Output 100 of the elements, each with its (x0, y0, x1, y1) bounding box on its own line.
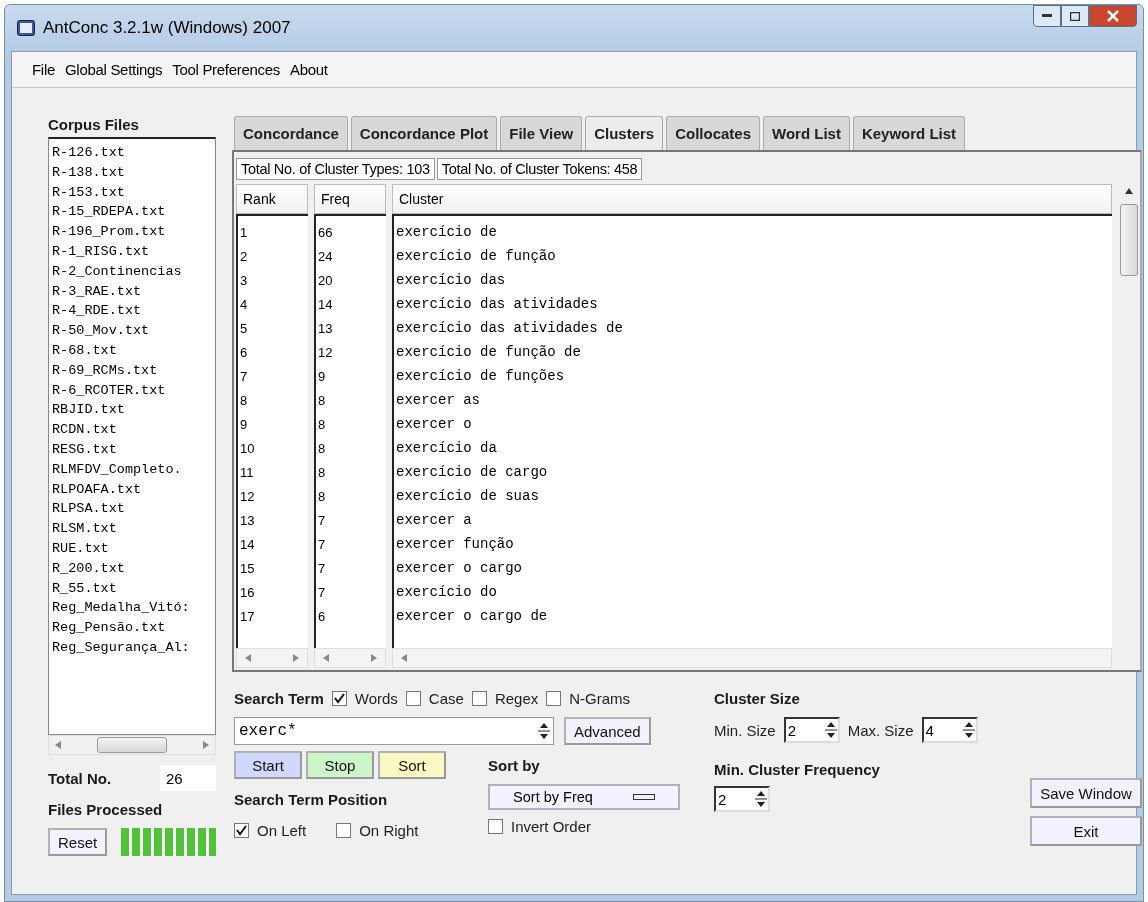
table-cell-text: 12 (317, 343, 334, 362)
column-header[interactable]: Rank (236, 184, 308, 214)
table-cell-text: 66 (317, 223, 334, 242)
file-name[interactable]: R_200.txt (52, 558, 212, 579)
file-name[interactable]: R_55.txt (52, 578, 212, 599)
checkbox[interactable] (336, 823, 352, 838)
tab[interactable]: File View (500, 116, 583, 150)
table-cell-text: 4 (239, 295, 249, 314)
file-name[interactable]: R-69_RCMs.txt (52, 360, 212, 381)
window-title: AntConc 3.2.1w (Windows) 2007 (43, 18, 291, 38)
table-cell-text: 2 (239, 247, 249, 266)
file-name[interactable]: RCDN.txt (52, 420, 212, 440)
file-name[interactable]: R-3_RAE.txt (52, 281, 212, 302)
menu-item[interactable]: File (32, 61, 55, 78)
action-button[interactable]: Start (234, 751, 302, 779)
min-size-field[interactable]: 2 (783, 717, 840, 743)
max-size-field[interactable]: 4 (921, 717, 978, 743)
file-name[interactable]: R-196_Prom.txt (52, 222, 212, 242)
checkbox[interactable] (405, 691, 421, 706)
table-cell-text: 11 (239, 463, 255, 482)
scrollbar[interactable] (48, 735, 216, 755)
file-name[interactable]: R-1_RISG.txt (52, 242, 212, 262)
search-field[interactable]: exerc* (234, 717, 554, 745)
file-name[interactable]: RLMFDV_Completo. (52, 459, 212, 480)
file-name[interactable]: R-68.txt (52, 340, 212, 361)
action-button[interactable]: Stop (306, 751, 374, 779)
file-name[interactable]: R-15_RDEPA.txt (52, 202, 212, 223)
save-window-button[interactable]: Save Window (1030, 778, 1142, 808)
scrollbar[interactable] (236, 648, 308, 668)
tab[interactable]: Collocates (666, 116, 761, 150)
table-cell-text: 7 (239, 367, 249, 386)
file-list[interactable] (48, 137, 216, 735)
table-cell-text: 8 (317, 463, 327, 482)
table-cell-text: 1 (239, 223, 249, 242)
table-cell-text: 16 (239, 583, 256, 602)
reset-button[interactable]: Reset (48, 828, 108, 856)
corpus-files-label: Corpus Files (48, 116, 140, 133)
scroll-left-icon[interactable] (55, 741, 61, 749)
minimize-button[interactable] (1033, 5, 1061, 27)
scroll-left-icon[interactable] (401, 654, 407, 662)
max-size-label: Max. Size (847, 721, 914, 739)
scrollbar[interactable] (314, 648, 386, 668)
checkbox[interactable] (546, 691, 562, 706)
scroll-left-icon[interactable] (323, 654, 329, 662)
file-name[interactable]: RLSM.txt (52, 519, 212, 539)
checkbox[interactable] (488, 819, 503, 834)
column-header[interactable]: Cluster (392, 184, 1112, 214)
file-name[interactable]: R-4_RDE.txt (52, 301, 212, 322)
action-button[interactable]: Sort (378, 751, 446, 779)
menu-item[interactable]: Tool Preferences (172, 61, 280, 78)
scroll-thumb[interactable] (1120, 204, 1138, 276)
file-name[interactable]: RUE.txt (52, 538, 212, 559)
exit-button[interactable]: Exit (1030, 816, 1142, 846)
tab[interactable]: Concordance Plot (350, 116, 498, 150)
checkbox[interactable] (234, 823, 249, 838)
sort-dropdown[interactable]: Sort by Freq (488, 784, 680, 810)
checkbox[interactable] (471, 691, 487, 706)
tab[interactable]: Keyword List (852, 116, 966, 150)
table-cell-text: 7 (317, 559, 327, 578)
tab[interactable]: Clusters (585, 116, 664, 150)
min-frequency-field[interactable]: 2 (714, 786, 770, 812)
file-name[interactable]: R-2_Continencias (52, 261, 212, 282)
scroll-left-icon[interactable] (245, 654, 251, 662)
checkbox[interactable] (331, 691, 347, 706)
scroll-right-icon[interactable] (293, 654, 299, 662)
table-cell-text: exercício de (395, 223, 498, 242)
table-cell-text: 7 (317, 583, 327, 602)
file-name[interactable]: RLPSA.txt (52, 499, 212, 520)
menu-item[interactable]: About (290, 61, 328, 78)
file-name[interactable]: R-50_Mov.txt (52, 321, 212, 341)
table-cell-text: 6 (239, 343, 249, 362)
close-button[interactable] (1089, 5, 1137, 27)
file-name[interactable]: RBJID.txt (52, 400, 212, 421)
file-name[interactable]: Reg_Segurança_Al: (52, 637, 212, 658)
file-name[interactable]: RLPOAFA.txt (52, 479, 212, 500)
column-header[interactable]: Freq (314, 184, 386, 214)
advanced-button[interactable]: Advanced (564, 717, 651, 745)
tab[interactable]: Concordance (234, 116, 348, 150)
tab[interactable]: Word List (763, 116, 850, 150)
table-cell-text: 8 (317, 439, 327, 458)
file-name[interactable]: R-6_RCOTER.txt (52, 380, 212, 401)
scroll-right-icon[interactable] (371, 654, 377, 662)
file-name[interactable]: RESG.txt (52, 439, 212, 460)
file-name[interactable]: R-126.txt (52, 143, 212, 163)
file-name[interactable]: Reg_Pensão.txt (52, 618, 212, 638)
menu-item[interactable]: Global Settings (65, 61, 163, 78)
maximize-button[interactable] (1061, 5, 1089, 27)
app-icon (17, 20, 35, 36)
table-cell-text: 17 (239, 607, 256, 626)
option-label: On Right (359, 822, 419, 839)
scroll-right-icon[interactable] (203, 741, 209, 749)
table-cell-text: exercício do (395, 583, 498, 602)
scrollbar[interactable] (392, 648, 1112, 668)
table-cell-text: exercício das atividades de (395, 319, 624, 338)
file-name[interactable]: R-138.txt (52, 162, 212, 183)
file-name[interactable]: Reg_Medalha_Vitó: (52, 598, 212, 619)
minimize-icon (1042, 14, 1052, 18)
table-cell-text: exercer a (395, 511, 473, 530)
scroll-up-icon[interactable] (1125, 188, 1133, 194)
file-name[interactable]: R-153.txt (52, 182, 212, 203)
